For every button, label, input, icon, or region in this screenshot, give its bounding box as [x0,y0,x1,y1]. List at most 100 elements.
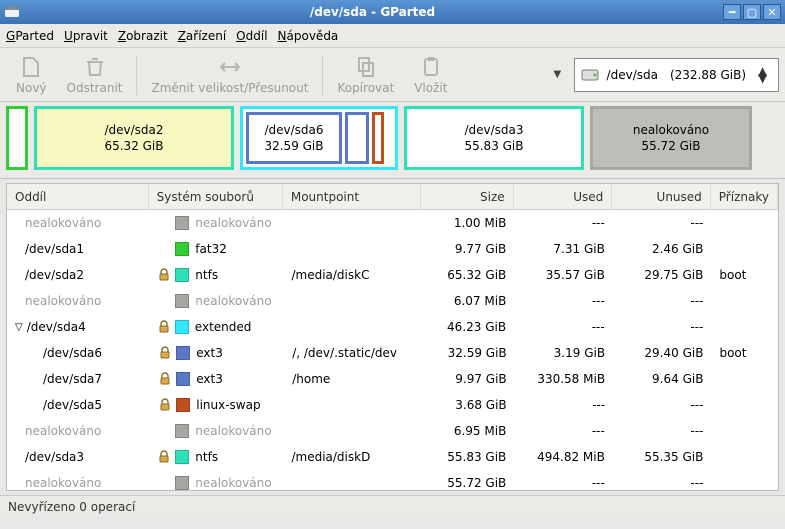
app-icon [4,4,20,20]
cell-size: 6.07 MiB [421,294,514,308]
cell-size: 3.68 GiB [422,398,515,412]
cell-mountpoint: /media/diskC [283,268,421,282]
menu-view[interactable]: Zobrazit [118,29,168,43]
chart-segment[interactable]: /dev/sda632.59 GiB [246,112,342,164]
device-size: (232.88 GiB) [670,68,746,82]
table-row[interactable]: /dev/sda5linux-swap3.68 GiB------ [7,392,778,418]
cell-filesystem: nealokováno [149,476,283,490]
cell-unused: 2.46 GiB [613,242,712,256]
cell-unused: --- [613,476,712,490]
table-row[interactable]: nealokovánonealokováno55.72 GiB------ [7,470,778,491]
table-row[interactable]: nealokovánonealokováno6.07 MiB------ [7,288,778,314]
menu-partition[interactable]: Oddíl [236,29,267,43]
col-unused[interactable]: Unused [612,184,711,209]
toolbar-separator [322,55,323,95]
menu-edit[interactable]: Upravit [64,29,108,43]
cell-partition: /dev/sda7 [7,372,150,386]
cell-used: 3.19 GiB [515,346,613,360]
fs-swatch-icon [175,242,189,256]
chart-segment[interactable]: /dev/sda355.83 GiB [404,106,584,170]
fs-swatch-icon [175,320,189,334]
fs-swatch-icon [175,476,189,490]
fs-swatch-icon [175,268,189,282]
cell-partition: ▽/dev/sda4 [7,320,149,334]
table-row[interactable]: nealokovánonealokováno1.00 MiB------ [7,210,778,236]
cell-filesystem: ext3 [150,346,284,360]
cell-partition: nealokováno [7,424,149,438]
cell-partition: nealokováno [7,216,149,230]
table-row[interactable]: /dev/sda6ext3/, /dev/.static/dev32.59 Gi… [7,340,778,366]
device-spinner[interactable]: ▲▼ [758,68,772,82]
table-row[interactable]: ▽/dev/sda4extended46.23 GiB------ [7,314,778,340]
cell-size: 9.77 GiB [421,242,514,256]
chart-segment[interactable] [6,106,28,170]
cell-filesystem: nealokováno [149,424,283,438]
maximize-button[interactable]: ▢ [743,4,761,20]
cell-filesystem: extended [149,320,283,334]
menu-help[interactable]: Nápověda [278,29,339,43]
menu-gparted[interactable]: GParted [6,29,54,43]
copy-button[interactable]: Kopírovat [327,53,404,97]
col-filesystem[interactable]: Systém souborů [149,184,283,209]
chart-segment[interactable] [372,112,384,164]
cell-filesystem: fat32 [149,242,283,256]
partition-chart: /dev/sda265.32 GiB/dev/sda632.59 GiB/dev… [0,102,785,179]
cell-partition: /dev/sda1 [7,242,149,256]
cell-flags: boot [711,268,778,282]
cell-size: 32.59 GiB [422,346,515,360]
partition-table: Oddíl Systém souborů Mountpoint Size Use… [6,183,779,491]
cell-used: --- [514,216,613,230]
cell-filesystem: ntfs [149,268,283,282]
col-partition[interactable]: Oddíl [7,184,149,209]
cell-partition: /dev/sda5 [7,398,150,412]
paste-button[interactable]: Vložit [404,53,457,97]
cell-filesystem: ntfs [149,450,283,464]
new-button[interactable]: Nový [6,53,57,97]
cell-partition: /dev/sda2 [7,268,149,282]
table-row[interactable]: /dev/sda3ntfs/media/diskD55.83 GiB494.82… [7,444,778,470]
cell-size: 9.97 GiB [422,372,515,386]
menu-device[interactable]: Zařízení [178,29,226,43]
device-selector[interactable]: /dev/sda (232.88 GiB) ▲▼ [574,58,779,92]
resize-button[interactable]: Změnit velikost/Přesunout [141,53,318,97]
chart-segment[interactable]: /dev/sda265.32 GiB [34,106,234,170]
titlebar: /dev/sda - GParted ━ ▢ ✕ [0,0,785,24]
cell-size: 46.23 GiB [421,320,514,334]
cell-mountpoint: /home [284,372,422,386]
chart-segment[interactable] [345,112,369,164]
close-button[interactable]: ✕ [763,4,781,20]
cell-unused: 29.40 GiB [613,346,711,360]
fs-swatch-icon [175,450,189,464]
cell-filesystem: ext3 [150,372,284,386]
table-row[interactable]: /dev/sda1fat32 9.77 GiB7.31 GiB2.46 GiB [7,236,778,262]
toolbar-overflow-icon[interactable]: ▼ [554,69,568,80]
col-flags[interactable]: Příznaky [711,184,778,209]
cell-used: --- [514,294,613,308]
table-row[interactable]: /dev/sda2ntfs/media/diskC65.32 GiB35.57 … [7,262,778,288]
table-row[interactable]: nealokovánonealokováno6.95 MiB------ [7,418,778,444]
cell-used: 330.58 MiB [515,372,613,386]
cell-filesystem: linux-swap [150,398,284,412]
cell-size: 1.00 MiB [421,216,514,230]
chart-segment[interactable]: /dev/sda632.59 GiB [240,106,398,170]
cell-partition: nealokováno [7,476,149,490]
col-used[interactable]: Used [514,184,613,209]
disk-icon [581,66,599,84]
cell-used: 494.82 MiB [514,450,613,464]
cell-unused: --- [613,216,712,230]
cell-partition: /dev/sda3 [7,450,149,464]
toolbar-separator [136,55,137,95]
col-size[interactable]: Size [421,184,514,209]
delete-button[interactable]: Odstranit [57,53,133,97]
status-text: Nevyřízeno 0 operací [8,500,135,514]
table-row[interactable]: /dev/sda7ext3/home9.97 GiB330.58 MiB9.64… [7,366,778,392]
minimize-button[interactable]: ━ [723,4,741,20]
cell-size: 65.32 GiB [421,268,514,282]
expand-icon[interactable]: ▽ [15,322,23,333]
fs-swatch-icon [175,424,189,438]
toolbar: Nový Odstranit Změnit velikost/Přesunout… [0,48,785,102]
col-mountpoint[interactable]: Mountpoint [283,184,421,209]
chart-segment[interactable]: nealokováno55.72 GiB [590,106,752,170]
cell-used: 7.31 GiB [514,242,613,256]
cell-size: 6.95 MiB [421,424,514,438]
